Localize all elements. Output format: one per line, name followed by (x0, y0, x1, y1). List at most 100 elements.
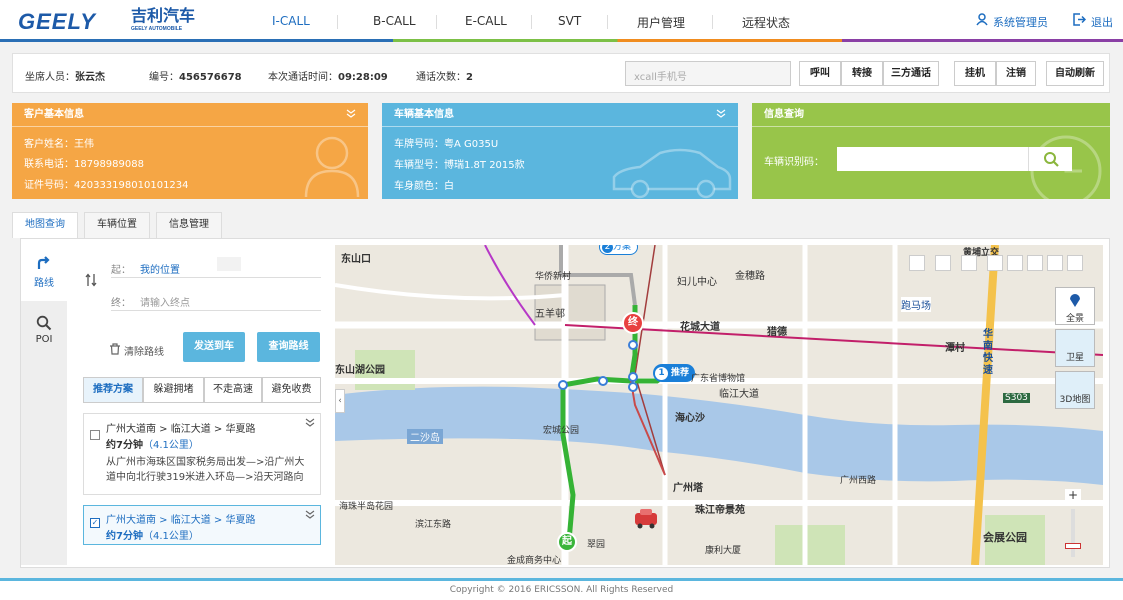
map-label: 珠江帝景苑 (695, 505, 745, 516)
route-option-1[interactable]: 广州大道南 > 临江大道 > 华夏路 约7分钟（4.1公里） 从广州市海珠区国家… (83, 413, 321, 495)
person-watermark-icon (304, 136, 360, 197)
nav-svt[interactable]: SVT (558, 14, 581, 28)
plate-row: 车牌号码：粤A G035U (394, 135, 498, 150)
tab-info-management[interactable]: 信息管理 (156, 212, 222, 238)
side-tab-route[interactable]: 路线 (21, 239, 67, 301)
map-label: 会展公园 (983, 531, 1027, 544)
search-route-button[interactable]: 查询路线 (257, 332, 320, 362)
auto-refresh-button[interactable]: 自动刷新 (1046, 61, 1104, 86)
card-title: 客户基本信息 (12, 103, 368, 127)
map-label: 跑马场 (901, 297, 931, 312)
map-pin-icon (1070, 294, 1080, 307)
start-input-clear[interactable] (217, 257, 241, 271)
sign-out-button[interactable]: 注销 (996, 61, 1036, 86)
call-time-label: 本次通话时间： (268, 72, 338, 83)
route-checkbox[interactable] (90, 430, 100, 440)
customer-name-label: 客户姓名： (24, 139, 74, 150)
logout-link[interactable]: 退出 (1091, 14, 1113, 30)
nav-divider (436, 15, 437, 29)
three-way-call-button[interactable]: 三方通话 (883, 61, 939, 86)
divider (111, 310, 321, 311)
end-input[interactable]: 请输入终点 (140, 294, 190, 309)
share-icon[interactable] (987, 255, 1003, 271)
option-avoid-toll[interactable]: 避免收费 (262, 377, 321, 403)
zoom-slider-handle[interactable] (1065, 543, 1081, 549)
vin-search-button[interactable] (1028, 147, 1072, 171)
map-label: 华南快速 (983, 329, 993, 376)
nav-bcall[interactable]: B-CALL (373, 14, 416, 28)
layer-3d-button[interactable]: 3D地图 (1055, 371, 1095, 409)
layer-panorama-button[interactable]: 全景 (1055, 287, 1095, 325)
logo-subtitle: GEELY AUTOMOBILE (131, 26, 183, 32)
route-option-2[interactable]: ✓ 广州大道南 > 临江大道 > 华夏路 约7分钟（4.1公里） (83, 505, 321, 545)
logo-chinese: 吉利汽车 (131, 6, 196, 25)
customer-name-row: 客户姓名：王伟 (24, 135, 94, 150)
map-label: 海珠半岛花园 (339, 502, 394, 512)
option-recommended[interactable]: 推荐方案 (83, 377, 143, 403)
chevron-down-icon[interactable] (304, 418, 316, 428)
route-checkbox-checked[interactable]: ✓ (90, 518, 100, 528)
vehicle-info-card: 车辆基本信息 车牌号码：粤A G035U 车辆型号：博瑞1.8T 2015款 车… (382, 103, 738, 199)
option-avoid-congestion[interactable]: 躲避拥堵 (143, 377, 204, 403)
nav-ecall[interactable]: E-CALL (465, 14, 507, 28)
fullscreen-icon[interactable] (1067, 255, 1083, 271)
send-to-car-button[interactable]: 发送到车 (183, 332, 245, 362)
route-path: 广州大道南 > 临江大道 > 华夏路 (106, 515, 256, 526)
map-label: 宏城公园 (543, 426, 580, 436)
nav-divider (712, 15, 713, 29)
map-label: 金穗路 (735, 271, 765, 282)
map-label: 广州西路 (840, 476, 877, 486)
edit-icon[interactable] (1027, 255, 1043, 271)
nav-divider (337, 15, 338, 29)
end-label: 终： (111, 298, 131, 309)
customer-idcard: 420333198010101234 (74, 180, 189, 191)
side-tab-route-label: 路线 (34, 278, 54, 289)
refresh-icon[interactable] (909, 255, 925, 271)
map-label: 潭村 (945, 343, 965, 354)
current-user-link[interactable]: 系统管理员 (993, 14, 1048, 30)
collapse-panel-button[interactable]: ‹ (335, 389, 345, 413)
option-no-highway[interactable]: 不走高速 (204, 377, 262, 403)
start-input[interactable]: 我的位置 (140, 261, 180, 276)
chevron-down-icon[interactable] (304, 510, 316, 520)
zoom-slider[interactable] (1071, 509, 1075, 557)
map-canvas[interactable]: 终 起 1 推荐 2 方案 东山口 五羊邨 妇儿中心 金穗路 花城大道 猎德 潭村 … (335, 245, 1103, 565)
agent-value: 张云杰 (75, 72, 105, 83)
recommended-route-badge[interactable]: 1 推荐 (653, 364, 696, 382)
nav-divider (607, 15, 608, 29)
zoom-in-button[interactable]: + (1065, 489, 1081, 505)
logout-icon (1073, 13, 1086, 26)
vin-input[interactable] (837, 147, 1028, 171)
clear-route-button[interactable]: 清除路线 (124, 343, 164, 358)
transfer-button[interactable]: 转接 (841, 61, 883, 86)
chevron-down-icon[interactable] (346, 109, 356, 119)
nav-remote-status[interactable]: 远程状态 (742, 14, 790, 31)
start-marker[interactable]: 起 (557, 532, 577, 552)
side-tab-poi[interactable]: POI (21, 309, 67, 359)
nav-user-management[interactable]: 用户管理 (637, 14, 685, 31)
map-label: 翠园 (587, 540, 606, 550)
pin-icon[interactable] (961, 255, 977, 271)
chevron-down-icon[interactable] (716, 109, 726, 119)
xcall-phone-input[interactable]: xcall手机号 (625, 61, 791, 86)
zoom-search-icon[interactable] (935, 255, 951, 271)
swap-icon[interactable] (85, 273, 97, 287)
nav-icall[interactable]: I-CALL (272, 14, 310, 28)
location-icon[interactable] (1047, 255, 1063, 271)
hang-up-button[interactable]: 挂机 (954, 61, 996, 86)
alt-route-badge[interactable]: 2 方案 (599, 245, 639, 255)
logo: GEELY (18, 9, 96, 34)
customer-name: 王伟 (74, 139, 94, 150)
customer-phone: 18798989088 (74, 159, 144, 170)
measure-icon[interactable] (1007, 255, 1023, 271)
tab-vehicle-location[interactable]: 车辆位置 (84, 212, 150, 238)
customer-phone-label: 联系电话： (24, 159, 74, 170)
call-button[interactable]: 呼叫 (799, 61, 841, 86)
map-label: 康利大厦 (705, 546, 742, 556)
map-label: 花城大道 (680, 322, 720, 333)
layer-label: 3D地图 (1059, 395, 1091, 405)
layer-satellite-button[interactable]: 卫星 (1055, 329, 1095, 367)
tab-map-query[interactable]: 地图查询 (12, 212, 78, 238)
end-marker[interactable]: 终 (622, 312, 644, 334)
car-watermark-icon (612, 148, 732, 199)
